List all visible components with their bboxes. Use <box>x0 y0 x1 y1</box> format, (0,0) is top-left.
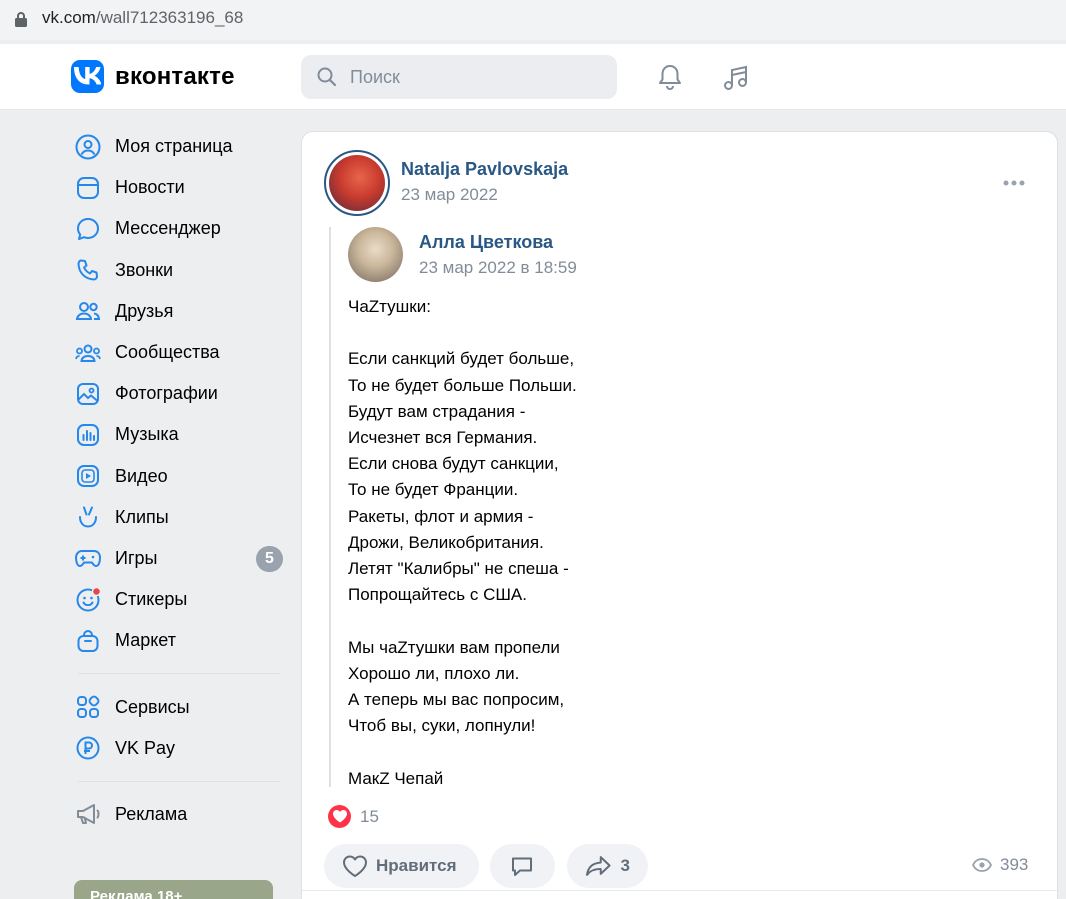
nav-photos[interactable]: Фотографии <box>72 373 287 414</box>
repost-author-link[interactable]: Алла Цветкова <box>419 232 553 253</box>
nav-calls[interactable]: Звонки <box>72 250 287 291</box>
reactions-count: 15 <box>360 806 379 826</box>
nav-clips[interactable]: Клипы <box>72 497 287 538</box>
nav-communities[interactable]: Сообщества <box>72 332 287 373</box>
share-button[interactable]: 3 <box>567 844 648 888</box>
services-icon <box>72 691 104 723</box>
market-icon <box>72 625 104 657</box>
more-options-icon[interactable] <box>1002 179 1026 187</box>
brand-wordmark[interactable]: вконтакте <box>115 63 235 91</box>
like-label: Нравится <box>376 856 457 875</box>
nav-label: Клипы <box>115 506 169 527</box>
music-icon[interactable] <box>721 63 751 93</box>
news-icon <box>72 172 104 204</box>
vk-logo-icon[interactable] <box>71 60 104 93</box>
promo-banner[interactable]: Реклама 18+ <box>74 880 273 899</box>
gamepad-icon <box>72 542 104 574</box>
nav-stickers[interactable]: Стикеры <box>72 579 287 620</box>
post-author-link[interactable]: Natalja Pavlovskaja <box>401 159 568 180</box>
heart-reaction-icon <box>328 805 351 828</box>
views-counter: 393 <box>972 855 1028 875</box>
nav-divider <box>78 673 280 675</box>
repost-author-avatar[interactable] <box>348 227 403 282</box>
nav-market[interactable]: Маркет <box>72 620 287 661</box>
like-button[interactable]: Нравится <box>324 844 479 888</box>
post-date-link[interactable]: 23 мар 2022 <box>401 185 498 205</box>
promo-text: Реклама 18+ <box>90 888 183 899</box>
megaphone-icon <box>72 798 104 830</box>
heart-outline-icon <box>343 855 367 877</box>
author-avatar[interactable] <box>324 150 390 216</box>
nav-messenger[interactable]: Мессенджер <box>72 208 287 249</box>
browser-address-bar: vk.com/wall712363196_68 <box>0 0 1066 40</box>
nav-label: Реклама <box>115 803 188 824</box>
nav-label: Звонки <box>115 259 174 280</box>
sticker-icon <box>72 584 104 616</box>
nav-services[interactable]: Сервисы <box>72 686 287 727</box>
card-divider <box>302 890 1059 891</box>
music-list-icon <box>72 419 104 451</box>
post-text: ЧаZтушки: Если санкций будет больше, То … <box>348 297 577 788</box>
repost-date-link[interactable]: 23 мар 2022 в 18:59 <box>419 258 577 278</box>
nav-label: Игры <box>115 547 158 568</box>
friends-icon <box>72 295 104 327</box>
nav-ads[interactable]: Реклама <box>72 794 287 835</box>
left-nav: Моя страница Новости Мессенджер Звонки Д… <box>72 126 287 835</box>
search-box[interactable] <box>301 55 617 99</box>
nav-news[interactable]: Новости <box>72 167 287 208</box>
nav-label: Музыка <box>115 424 179 445</box>
eye-icon <box>972 858 992 872</box>
phone-icon <box>72 254 104 286</box>
nav-divider <box>78 780 280 782</box>
games-count-badge: 5 <box>256 545 283 572</box>
reactions-summary[interactable]: 15 <box>328 805 379 828</box>
share-count: 3 <box>620 856 630 875</box>
nav-video[interactable]: Видео <box>72 456 287 497</box>
nav-vkpay[interactable]: VK Pay <box>72 728 287 769</box>
share-icon <box>585 856 611 876</box>
clips-icon <box>72 501 104 533</box>
url-text[interactable]: vk.com/wall712363196_68 <box>42 8 243 28</box>
comment-button[interactable] <box>490 844 555 888</box>
nav-label: VK Pay <box>115 737 176 758</box>
post-card: Natalja Pavlovskaja 23 мар 2022 Алла Цве… <box>301 131 1059 899</box>
nav-my-page[interactable]: Моя страница <box>72 126 287 167</box>
comment-icon <box>512 857 532 876</box>
communities-icon <box>72 337 104 369</box>
nav-label: Новости <box>115 177 185 198</box>
repost-divider <box>329 227 331 787</box>
nav-label: Сообщества <box>115 342 220 363</box>
nav-label: Маркет <box>115 630 176 651</box>
vkpay-icon <box>72 732 104 764</box>
lock-icon <box>15 12 27 27</box>
user-circle-icon <box>72 131 104 163</box>
nav-games[interactable]: Игры 5 <box>72 538 287 579</box>
bell-icon[interactable] <box>656 63 684 91</box>
nav-label: Видео <box>115 465 168 486</box>
nav-label: Фотографии <box>115 383 218 404</box>
nav-label: Моя страница <box>115 136 233 157</box>
search-input[interactable] <box>350 63 600 91</box>
nav-label: Стикеры <box>115 589 188 610</box>
photo-icon <box>72 378 104 410</box>
top-header: вконтакте <box>0 44 1066 110</box>
message-icon <box>72 213 104 245</box>
nav-label: Сервисы <box>115 696 190 717</box>
nav-label: Мессенджер <box>115 218 221 239</box>
video-icon <box>72 460 104 492</box>
nav-label: Друзья <box>115 300 174 321</box>
views-count: 393 <box>1000 855 1029 874</box>
nav-friends[interactable]: Друзья <box>72 291 287 332</box>
nav-music[interactable]: Музыка <box>72 414 287 455</box>
search-icon <box>317 67 337 87</box>
